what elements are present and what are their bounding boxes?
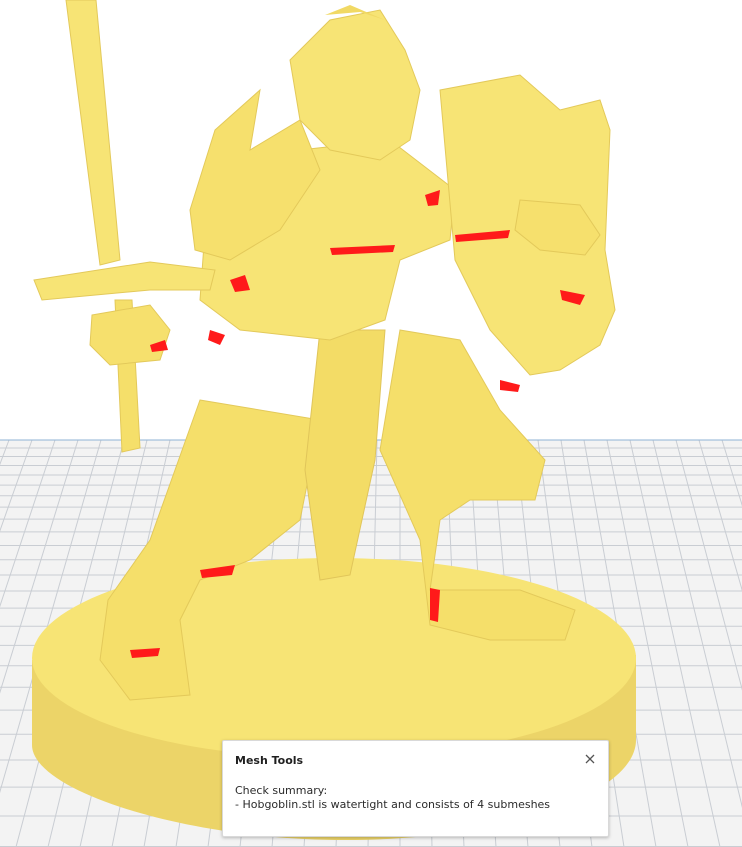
summary-heading: Check summary: <box>235 784 328 797</box>
summary-line: - Hobgoblin.stl is watertight and consis… <box>235 798 551 811</box>
notification-body: Check summary: - Hobgoblin.stl is watert… <box>235 784 596 812</box>
close-icon <box>585 754 595 764</box>
notification-title: Mesh Tools <box>235 754 304 767</box>
3d-viewport[interactable]: Mesh Tools Check summary: - Hobgoblin.st… <box>0 0 742 847</box>
close-button[interactable] <box>582 751 598 767</box>
scene-canvas[interactable] <box>0 0 742 847</box>
mesh-tools-notification: Mesh Tools Check summary: - Hobgoblin.st… <box>222 740 609 837</box>
